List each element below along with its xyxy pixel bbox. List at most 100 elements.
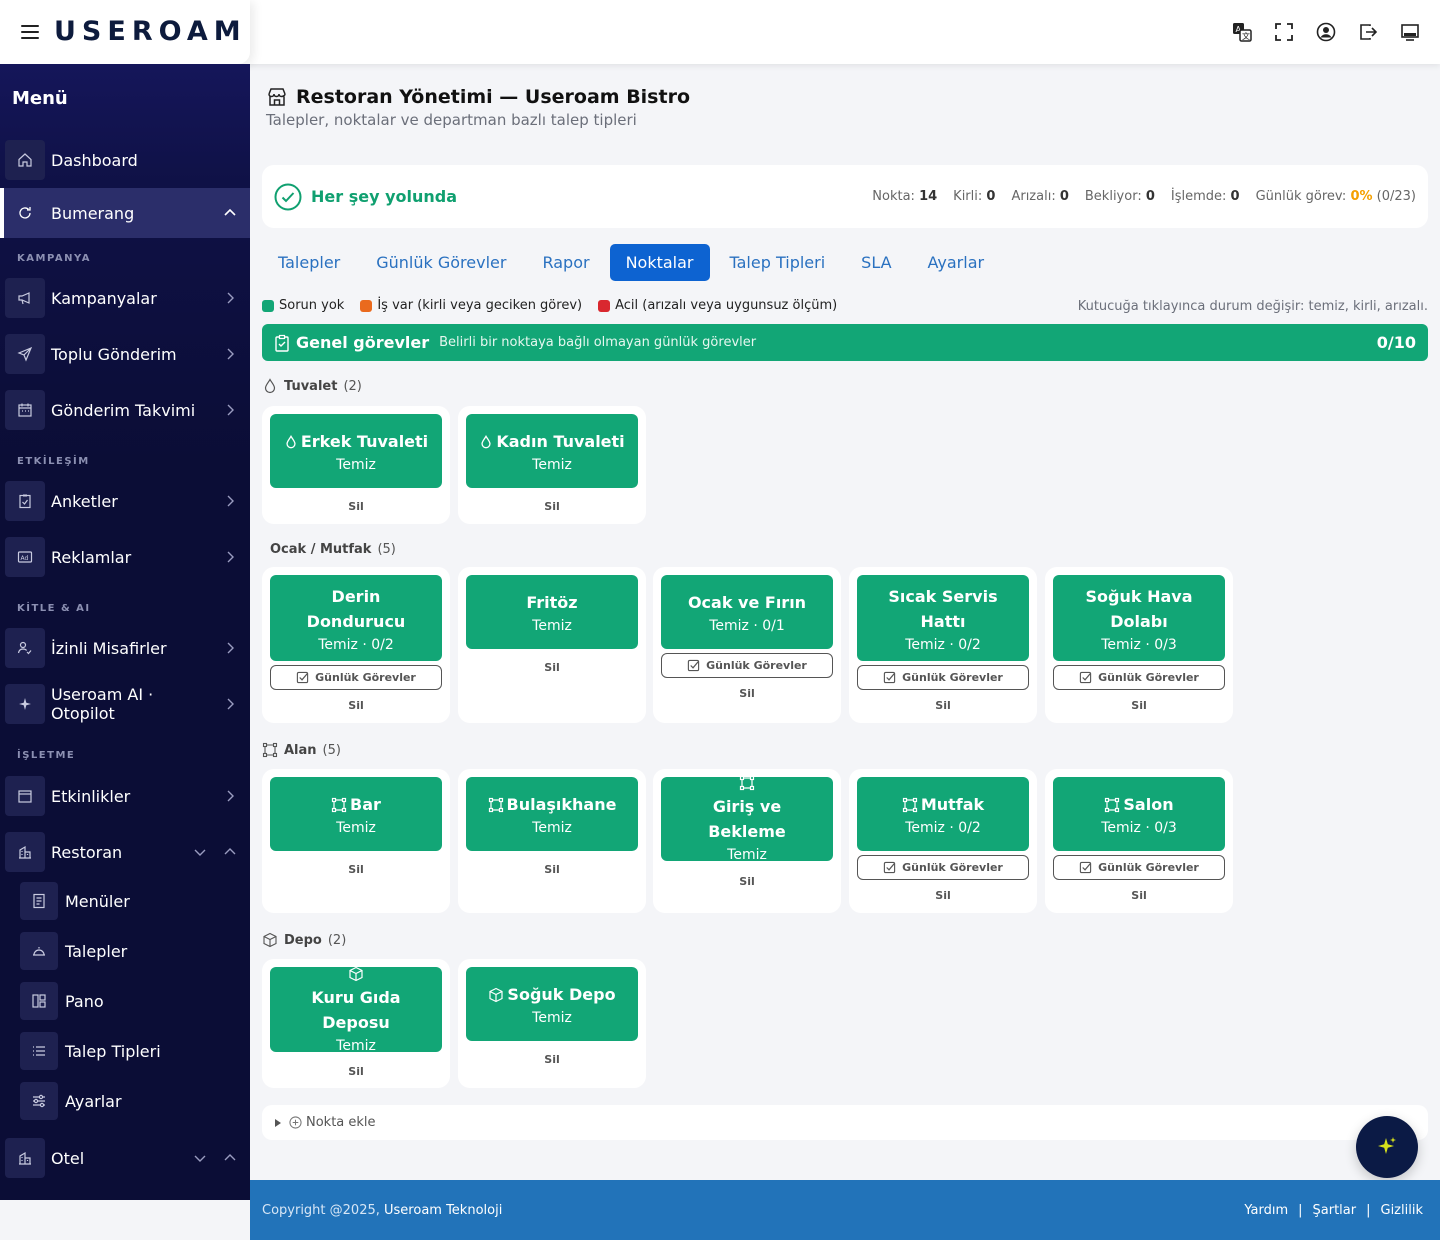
delete-button[interactable]: Sil [262, 1065, 450, 1078]
sidebar-item-toplu-gonderim[interactable]: Toplu Gönderim [0, 328, 250, 380]
point-card-bulasikhane: Bulaşıkhane Temiz Sil [458, 769, 646, 913]
point-tile[interactable]: Soğuk Hava Dolabı Temiz · 0/3 [1053, 575, 1225, 661]
delete-button[interactable]: Sil [653, 875, 841, 888]
point-tile[interactable]: Erkek Tuvaleti Temiz [270, 414, 442, 488]
delete-button[interactable]: Sil [458, 500, 646, 513]
point-tile[interactable]: Giriş ve Bekleme Temiz [661, 775, 833, 863]
sidebar-subitem-talep-tipleri[interactable]: Talep Tipleri [0, 1027, 250, 1075]
click-hint: Kutucuğa tıklayınca durum değişir: temiz… [1077, 299, 1428, 314]
daily-tasks-button[interactable]: Günlük Görevler [857, 665, 1029, 690]
point-tile[interactable]: Soğuk Depo Temiz [466, 967, 638, 1041]
terms-link[interactable]: Şartlar [1313, 1203, 1357, 1218]
tab-ayarlar[interactable]: Ayarlar [912, 244, 1001, 281]
delete-button[interactable]: Sil [458, 1053, 646, 1066]
privacy-link[interactable]: Gizlilik [1381, 1203, 1424, 1218]
sidebar-section-kampanya: KAMPANYA [17, 253, 91, 264]
daily-tasks-button[interactable]: Günlük Görevler [270, 665, 442, 690]
point-tile[interactable]: Mutfak Temiz · 0/2 [857, 777, 1029, 851]
sidebar-item-reklamlar[interactable]: Ad Reklamlar [0, 531, 250, 583]
sidebar-item-label: Anketler [51, 491, 118, 511]
sidebar-item-izinli-misafirler[interactable]: İzinli Misafirler [0, 622, 250, 674]
sidebar-item-otel[interactable]: Otel [0, 1132, 250, 1184]
point-status: Temiz [336, 820, 376, 836]
point-tile[interactable]: Ocak ve Fırın Temiz · 0/1 [661, 575, 833, 649]
sidebar-item-kampanyalar[interactable]: Kampanyalar [0, 272, 250, 324]
add-point-toggle[interactable]: Nokta ekle [262, 1105, 1428, 1140]
sidebar-subitem-pano[interactable]: Pano [0, 977, 250, 1025]
legend: Sorun yok İş var (kirli veya geciken gör… [262, 298, 837, 313]
stats: Nokta: 14 Kirli: 0 Arızalı: 0 Bekliyor: … [872, 189, 1416, 204]
company-link[interactable]: Useroam Teknoloji [384, 1203, 502, 1218]
point-tile[interactable]: Kuru Gıda Deposu Temiz [270, 966, 442, 1054]
delete-button[interactable]: Sil [849, 699, 1037, 712]
group-header-tuvalet: Tuvalet (2) [262, 378, 362, 394]
sidebar-item-gonderim-takvimi[interactable]: Gönderim Takvimi [0, 384, 250, 436]
fullscreen-icon[interactable] [1274, 22, 1294, 42]
stat-gunluk-gorev: Günlük görev: 0% (0/23) [1256, 189, 1416, 204]
delete-button[interactable]: Sil [262, 863, 450, 876]
general-tasks-count: 0/10 [1376, 333, 1416, 352]
sidebar-subitem-ayarlar[interactable]: Ayarlar [0, 1077, 250, 1125]
point-tile[interactable]: Bar Temiz [270, 777, 442, 851]
account-icon[interactable] [1316, 22, 1336, 42]
stat-value: 14 [919, 189, 938, 204]
delete-button[interactable]: Sil [849, 889, 1037, 902]
sidebar-item-restoran[interactable]: Restoran [0, 826, 250, 878]
tab-noktalar[interactable]: Noktalar [609, 244, 710, 281]
delete-button[interactable]: Sil [262, 500, 450, 513]
point-tile[interactable]: Salon Temiz · 0/3 [1053, 777, 1225, 851]
delete-button[interactable]: Sil [1045, 889, 1233, 902]
tab-talepler[interactable]: Talepler [262, 244, 356, 281]
point-status: Temiz [336, 457, 376, 473]
sidebar-subitem-talepler[interactable]: Talepler [0, 927, 250, 975]
sidebar-item-useroam-ai[interactable]: Useroam AI · Otopilot [0, 678, 250, 730]
delete-button[interactable]: Sil [262, 699, 450, 712]
delete-button[interactable]: Sil [458, 863, 646, 876]
stat-percent: 0% [1350, 189, 1373, 204]
daily-tasks-button[interactable]: Günlük Görevler [1053, 855, 1225, 880]
store-icon [268, 88, 286, 106]
useroam-logo[interactable]: USEROAM [54, 16, 247, 47]
point-tile[interactable]: Kadın Tuvaleti Temiz [466, 414, 638, 488]
logout-icon[interactable] [1358, 22, 1378, 42]
translate-icon[interactable]: A文 [1232, 22, 1252, 42]
chevron-right-icon [227, 404, 234, 416]
group-header-alan: Alan (5) [262, 742, 341, 758]
point-tile[interactable]: Bulaşıkhane Temiz [466, 777, 638, 851]
point-card-soguk-depo: Soğuk Depo Temiz Sil [458, 959, 646, 1088]
checkbox-icon [687, 659, 700, 672]
point-tile[interactable]: Derin Dondurucu Temiz · 0/2 [270, 575, 442, 661]
point-name-text: Giriş ve Bekleme [708, 797, 786, 841]
tab-gunluk-gorevler[interactable]: Günlük Görevler [360, 244, 522, 281]
delete-button[interactable]: Sil [458, 661, 646, 674]
daily-tasks-button[interactable]: Günlük Görevler [661, 653, 833, 678]
sidebar-item-label: Useroam AI · Otopilot [51, 685, 154, 723]
tab-sla[interactable]: SLA [845, 244, 907, 281]
point-tile[interactable]: Fritöz Temiz [466, 575, 638, 649]
hamburger-menu-icon[interactable] [18, 20, 42, 44]
help-link[interactable]: Yardım [1244, 1203, 1288, 1218]
point-status: Temiz [532, 457, 572, 473]
monitor-icon[interactable] [1400, 22, 1420, 42]
point-tile[interactable]: Sıcak Servis Hattı Temiz · 0/2 [857, 575, 1029, 661]
delete-button[interactable]: Sil [1045, 699, 1233, 712]
sidebar-title: Menü [12, 88, 68, 109]
general-tasks-bar[interactable]: Genel görevler Belirli bir noktaya bağlı… [262, 324, 1428, 361]
tab-talep-tipleri[interactable]: Talep Tipleri [714, 244, 842, 281]
sidebar-item-etkinlikler[interactable]: Etkinlikler [0, 770, 250, 822]
tab-rapor[interactable]: Rapor [526, 244, 605, 281]
point-status: Temiz · 0/2 [905, 820, 981, 836]
sidebar-item-dashboard[interactable]: Dashboard [0, 134, 250, 186]
event-icon [5, 776, 45, 816]
sidebar-item-anketler[interactable]: Anketler [0, 475, 250, 527]
board-icon [20, 982, 58, 1020]
daily-tasks-button[interactable]: Günlük Görevler [1053, 665, 1225, 690]
delete-button[interactable]: Sil [653, 687, 841, 700]
calendar-icon [5, 390, 45, 430]
ai-assistant-button[interactable] [1356, 1116, 1418, 1178]
legend-urgent: Acil (arızalı veya uygunsuz ölçüm) [598, 298, 837, 313]
sidebar-subitem-menuler[interactable]: Menüler [0, 877, 250, 925]
sidebar-item-label: Reklamlar [51, 547, 132, 567]
daily-tasks-button[interactable]: Günlük Görevler [857, 855, 1029, 880]
sidebar-item-bumerang[interactable]: Bumerang [0, 188, 250, 238]
